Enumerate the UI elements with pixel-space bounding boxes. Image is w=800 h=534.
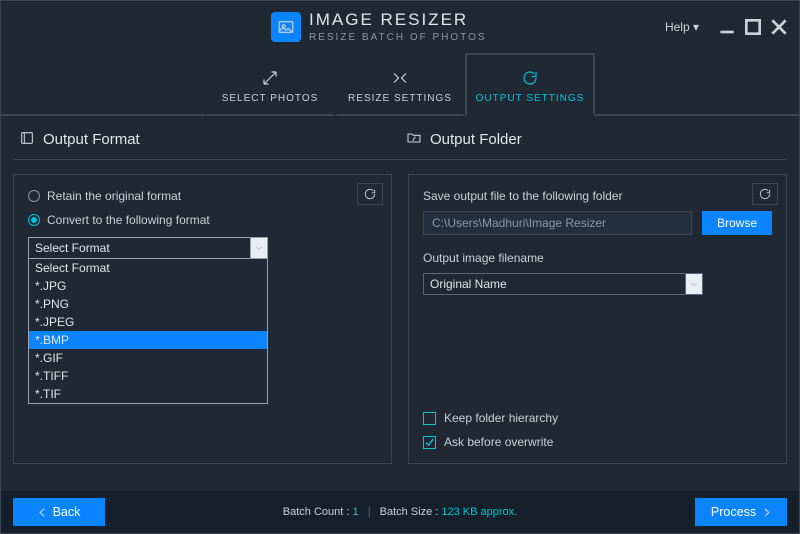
filename-select-value[interactable]: Original Name xyxy=(423,273,703,295)
footer: Back Batch Count : 1 | Batch Size : 123 … xyxy=(1,491,799,533)
output-path-input[interactable] xyxy=(423,211,692,235)
app-titles: IMAGE RESIZER RESIZE BATCH OF PHOTOS xyxy=(309,11,487,43)
checkbox-ask-overwrite[interactable]: Ask before overwrite xyxy=(423,435,558,449)
maximize-button[interactable] xyxy=(743,17,763,37)
radio-label: Convert to the following format xyxy=(47,213,210,227)
radio-convert-format[interactable]: Convert to the following format xyxy=(28,213,377,227)
checkbox-keep-hierarchy[interactable]: Keep folder hierarchy xyxy=(423,411,558,425)
reset-format-button[interactable] xyxy=(357,183,383,205)
filename-select[interactable]: Original Name xyxy=(423,273,703,295)
format-icon xyxy=(19,130,35,149)
radio-retain-original[interactable]: Retain the original format xyxy=(28,189,377,203)
check-label: Ask before overwrite xyxy=(444,435,553,449)
chevron-down-icon[interactable] xyxy=(250,237,268,259)
format-option[interactable]: *.JPEG xyxy=(29,313,267,331)
output-format-title: Output Format xyxy=(43,131,140,148)
reset-folder-button[interactable] xyxy=(752,183,778,205)
tab-label: SELECT PHOTOS xyxy=(207,93,333,104)
status-text: Batch Count : 1 | Batch Size : 123 KB ap… xyxy=(283,506,517,518)
app-window: IMAGE RESIZER RESIZE BATCH OF PHOTOS Hel… xyxy=(0,0,800,534)
tab-output-settings[interactable]: OUTPUT SETTINGS xyxy=(465,53,595,116)
format-option[interactable]: *.JPG xyxy=(29,277,267,295)
format-option[interactable]: *.GIF xyxy=(29,349,267,367)
format-option[interactable]: *.TIF xyxy=(29,385,267,403)
folder-icon xyxy=(406,130,422,149)
process-button[interactable]: Process xyxy=(695,498,787,526)
tab-label: OUTPUT SETTINGS xyxy=(467,93,593,104)
close-button[interactable] xyxy=(769,17,789,37)
format-select-value[interactable]: Select Format xyxy=(28,237,268,259)
back-button[interactable]: Back xyxy=(13,498,105,526)
app-logo xyxy=(271,12,301,42)
resize-icon xyxy=(337,69,463,87)
tab-resize-settings[interactable]: RESIZE SETTINGS xyxy=(335,53,465,116)
output-format-panel: Output Format Retain the original format… xyxy=(13,126,400,491)
tab-label: RESIZE SETTINGS xyxy=(337,93,463,104)
expand-icon xyxy=(207,69,333,87)
format-option[interactable]: *.BMP xyxy=(29,331,267,349)
tab-select-photos[interactable]: SELECT PHOTOS xyxy=(205,53,335,116)
output-folder-title: Output Folder xyxy=(430,131,522,148)
chevron-down-icon[interactable] xyxy=(685,273,703,295)
format-select[interactable]: Select Format Select Format*.JPG*.PNG*.J… xyxy=(28,237,268,259)
save-folder-label: Save output file to the following folder xyxy=(423,189,772,203)
check-label: Keep folder hierarchy xyxy=(444,411,558,425)
help-menu[interactable]: Help ▾ xyxy=(665,20,699,34)
output-folder-panel: Output Folder Save output file to the fo… xyxy=(400,126,787,491)
filename-label: Output image filename xyxy=(423,251,772,265)
format-dropdown[interactable]: Select Format*.JPG*.PNG*.JPEG*.BMP*.GIF*… xyxy=(28,259,268,404)
format-option[interactable]: *.TIFF xyxy=(29,367,267,385)
minimize-button[interactable] xyxy=(717,17,737,37)
format-option[interactable]: Select Format xyxy=(29,259,267,277)
radio-label: Retain the original format xyxy=(47,189,181,203)
content-area: Output Format Retain the original format… xyxy=(1,116,799,491)
format-option[interactable]: *.PNG xyxy=(29,295,267,313)
app-subtitle: RESIZE BATCH OF PHOTOS xyxy=(309,32,487,43)
app-title: IMAGE RESIZER xyxy=(309,11,487,30)
refresh-icon xyxy=(467,69,593,87)
tabstrip: SELECT PHOTOS RESIZE SETTINGS OUTPUT SET… xyxy=(1,53,799,116)
titlebar: IMAGE RESIZER RESIZE BATCH OF PHOTOS Hel… xyxy=(1,1,799,53)
browse-button[interactable]: Browse xyxy=(702,211,772,235)
